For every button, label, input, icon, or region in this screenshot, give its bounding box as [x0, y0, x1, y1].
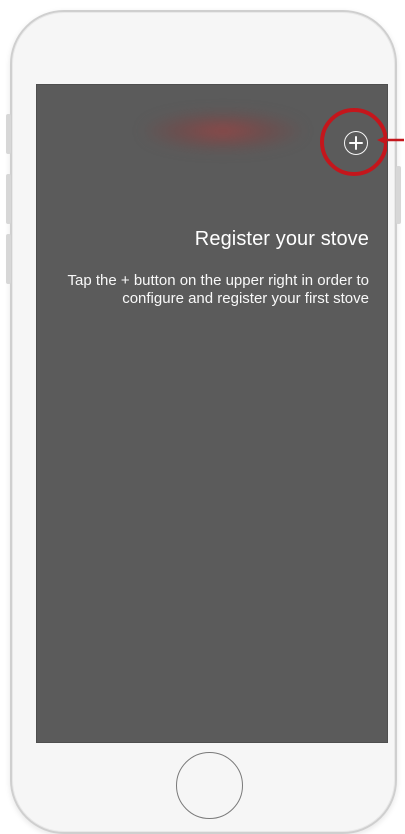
instruction-text: Tap the + button on the upper right in o… [67, 272, 369, 307]
add-stove-button[interactable] [344, 131, 368, 155]
phone-side-button [396, 166, 401, 224]
phone-side-button [6, 174, 11, 224]
phone-side-button [6, 114, 11, 154]
plus-circle-icon [349, 136, 363, 150]
arrow-left-icon [377, 135, 404, 145]
home-button[interactable] [176, 752, 243, 819]
screen-content: Register your stove Tap the + button on … [37, 85, 387, 742]
phone-side-button [6, 234, 11, 284]
page-title: Register your stove [194, 228, 369, 250]
stage: Register your stove Tap the + button on … [0, 0, 405, 834]
phone-screen: Register your stove Tap the + button on … [36, 84, 388, 743]
